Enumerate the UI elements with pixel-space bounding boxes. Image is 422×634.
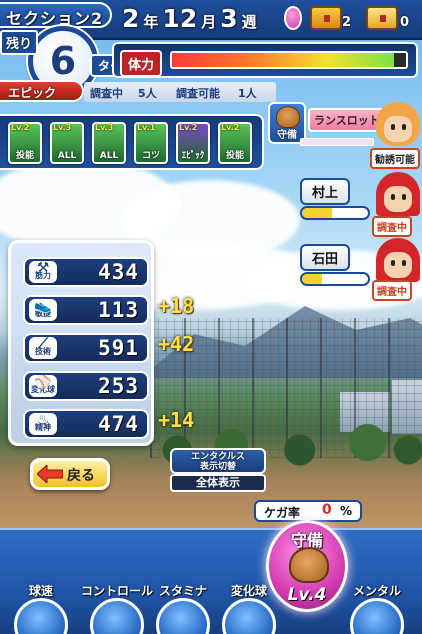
stat-bonus: +42 bbox=[158, 332, 195, 356]
spirit-icon: ♨ 精神 bbox=[29, 413, 57, 435]
event-indicator-icon bbox=[284, 6, 302, 30]
practice-button[interactable]: メンタル bbox=[340, 580, 414, 634]
section-label: セクション2 bbox=[6, 9, 104, 28]
teammate-portrait[interactable] bbox=[376, 172, 420, 216]
position-label: 守備 bbox=[277, 130, 297, 141]
stat-row-agility: 👟 敏捷 113 bbox=[23, 295, 149, 325]
character-portrait[interactable] bbox=[376, 102, 420, 146]
glove-icon bbox=[276, 106, 300, 128]
random-slot-bar bbox=[300, 138, 374, 146]
card-name: 投能 bbox=[225, 151, 244, 161]
back-arrow-icon bbox=[37, 465, 63, 483]
card-level: Lv.3 bbox=[53, 123, 72, 132]
teammate-status: 調査中 bbox=[372, 280, 412, 301]
card-level: Lv.2 bbox=[11, 123, 30, 132]
practice-icon bbox=[14, 598, 68, 634]
support-card[interactable]: Lv.3 ALL bbox=[50, 122, 84, 164]
practice-icon bbox=[156, 598, 210, 634]
random-slot-label[interactable]: ランスロット bbox=[308, 108, 386, 132]
practice-label: スタミナ bbox=[158, 584, 207, 598]
teammate-name[interactable]: 石田 bbox=[300, 244, 351, 271]
stat-value: 434 bbox=[98, 260, 139, 284]
bat-icon: ⟋ 技術 bbox=[29, 337, 57, 359]
stat-row-muscle: ⚒ 筋力 434 bbox=[23, 257, 149, 287]
practice-icon bbox=[350, 598, 404, 634]
stat-row-curveball: ⚾ 変化球 253 bbox=[23, 371, 149, 401]
stats-panel: ⚒ 筋力 434 👟 敏捷 113 ⟋ 技術 591 ⚾ 変化球 253 ♨ 精神 474 bbox=[8, 240, 154, 446]
practice-button[interactable]: 球速 bbox=[4, 580, 78, 634]
back-button[interactable]: 戻る bbox=[30, 458, 110, 490]
defense-level: Lv.4 bbox=[287, 585, 327, 605]
practice-button[interactable]: スタミナ bbox=[146, 580, 220, 634]
stamina-fill bbox=[172, 53, 395, 67]
support-card[interactable]: Lv.2 投能 bbox=[8, 122, 42, 164]
shoe-icon: 👟 敏捷 bbox=[29, 299, 57, 321]
stat-bonus: +14 bbox=[158, 408, 195, 432]
view-toggle[interactable]: エンタクルス 表示切替 全体表示 bbox=[170, 448, 266, 492]
support-card[interactable]: Lv.2 投能 bbox=[218, 122, 252, 164]
stat-bonus: +18 bbox=[158, 294, 195, 318]
epic-label: エピック bbox=[8, 86, 57, 100]
support-card[interactable]: Lv.1 コツ bbox=[134, 122, 168, 164]
teammate-bar-fill bbox=[302, 274, 322, 284]
section-badge: セクション2 bbox=[0, 2, 112, 28]
stat-value: 474 bbox=[98, 412, 139, 436]
card-name: 投能 bbox=[15, 151, 34, 161]
gold-chest-count: 2 bbox=[342, 15, 352, 30]
card-level: Lv.2 bbox=[179, 123, 198, 132]
stat-row-technique: ⟋ 技術 591 bbox=[23, 333, 149, 363]
teammate-bar bbox=[300, 206, 370, 220]
card-name: コツ bbox=[141, 151, 160, 161]
practice-label: 球速 bbox=[28, 584, 53, 598]
stat-value: 253 bbox=[98, 374, 139, 398]
card-name: ALL bbox=[99, 151, 119, 161]
support-card[interactable]: Lv.2 ｴﾋﾟｯｸ bbox=[176, 122, 210, 164]
epic-tag[interactable]: エピック bbox=[0, 80, 84, 102]
stamina-panel: 体力 bbox=[112, 42, 418, 78]
teammate-bar-fill bbox=[302, 208, 332, 218]
view-toggle-label: エンタクルス 表示切替 bbox=[170, 448, 266, 474]
stat-value: 113 bbox=[98, 298, 139, 322]
practice-label: コントロール bbox=[80, 584, 153, 598]
game-date: 2 年 12 月 3 週 bbox=[122, 4, 257, 33]
practice-icon bbox=[90, 598, 144, 634]
support-card[interactable]: Lv.3 ALL bbox=[92, 122, 126, 164]
defense-practice-button[interactable]: 守備 Lv.4 bbox=[266, 520, 348, 612]
full-view-label: 全体表示 bbox=[170, 474, 266, 492]
teammate-status: 調査中 bbox=[372, 216, 412, 237]
turns-value: 6 bbox=[49, 39, 77, 83]
card-deck: Lv.2 投能 Lv.3 ALL Lv.3 ALL Lv.1 コツ Lv.2 ｴﾋﾟｯｸ Lv.2 投… bbox=[0, 114, 264, 170]
stamina-label: 体力 bbox=[120, 50, 163, 77]
glove-icon bbox=[289, 547, 329, 583]
gold-chest-icon[interactable] bbox=[310, 6, 342, 30]
silver-chest-count: 0 bbox=[400, 15, 410, 30]
practice-label: メンタル bbox=[352, 584, 401, 598]
teammate-portrait[interactable] bbox=[376, 238, 420, 282]
card-level: Lv.2 bbox=[221, 123, 240, 132]
research-status: 調査中 5人 調査可能 1人 bbox=[84, 82, 276, 102]
recruit-available-label: 勧誘可能 bbox=[370, 148, 420, 169]
silver-chest-icon[interactable] bbox=[366, 6, 398, 30]
remaining-label: 残り bbox=[0, 30, 39, 55]
card-name: ｴﾋﾟｯｸ bbox=[181, 151, 205, 161]
stat-value: 591 bbox=[98, 336, 139, 360]
stamina-bar bbox=[170, 51, 408, 69]
practice-icon bbox=[222, 598, 276, 634]
muscle-icon: ⚒ 筋力 bbox=[29, 261, 57, 283]
curveball-icon: ⚾ 変化球 bbox=[29, 375, 57, 397]
injury-rate: ケガ率 0 % bbox=[254, 500, 362, 522]
card-level: Lv.1 bbox=[137, 123, 156, 132]
teammate-bar bbox=[300, 272, 370, 286]
back-label: 戻る bbox=[67, 468, 95, 484]
injury-value: 0 bbox=[322, 502, 332, 518]
practice-button[interactable]: コントロール bbox=[80, 580, 154, 634]
teammate-name[interactable]: 村上 bbox=[300, 178, 351, 205]
stat-row-spirit: ♨ 精神 474 bbox=[23, 409, 149, 439]
card-name: ALL bbox=[57, 151, 77, 161]
card-level: Lv.3 bbox=[95, 123, 114, 132]
